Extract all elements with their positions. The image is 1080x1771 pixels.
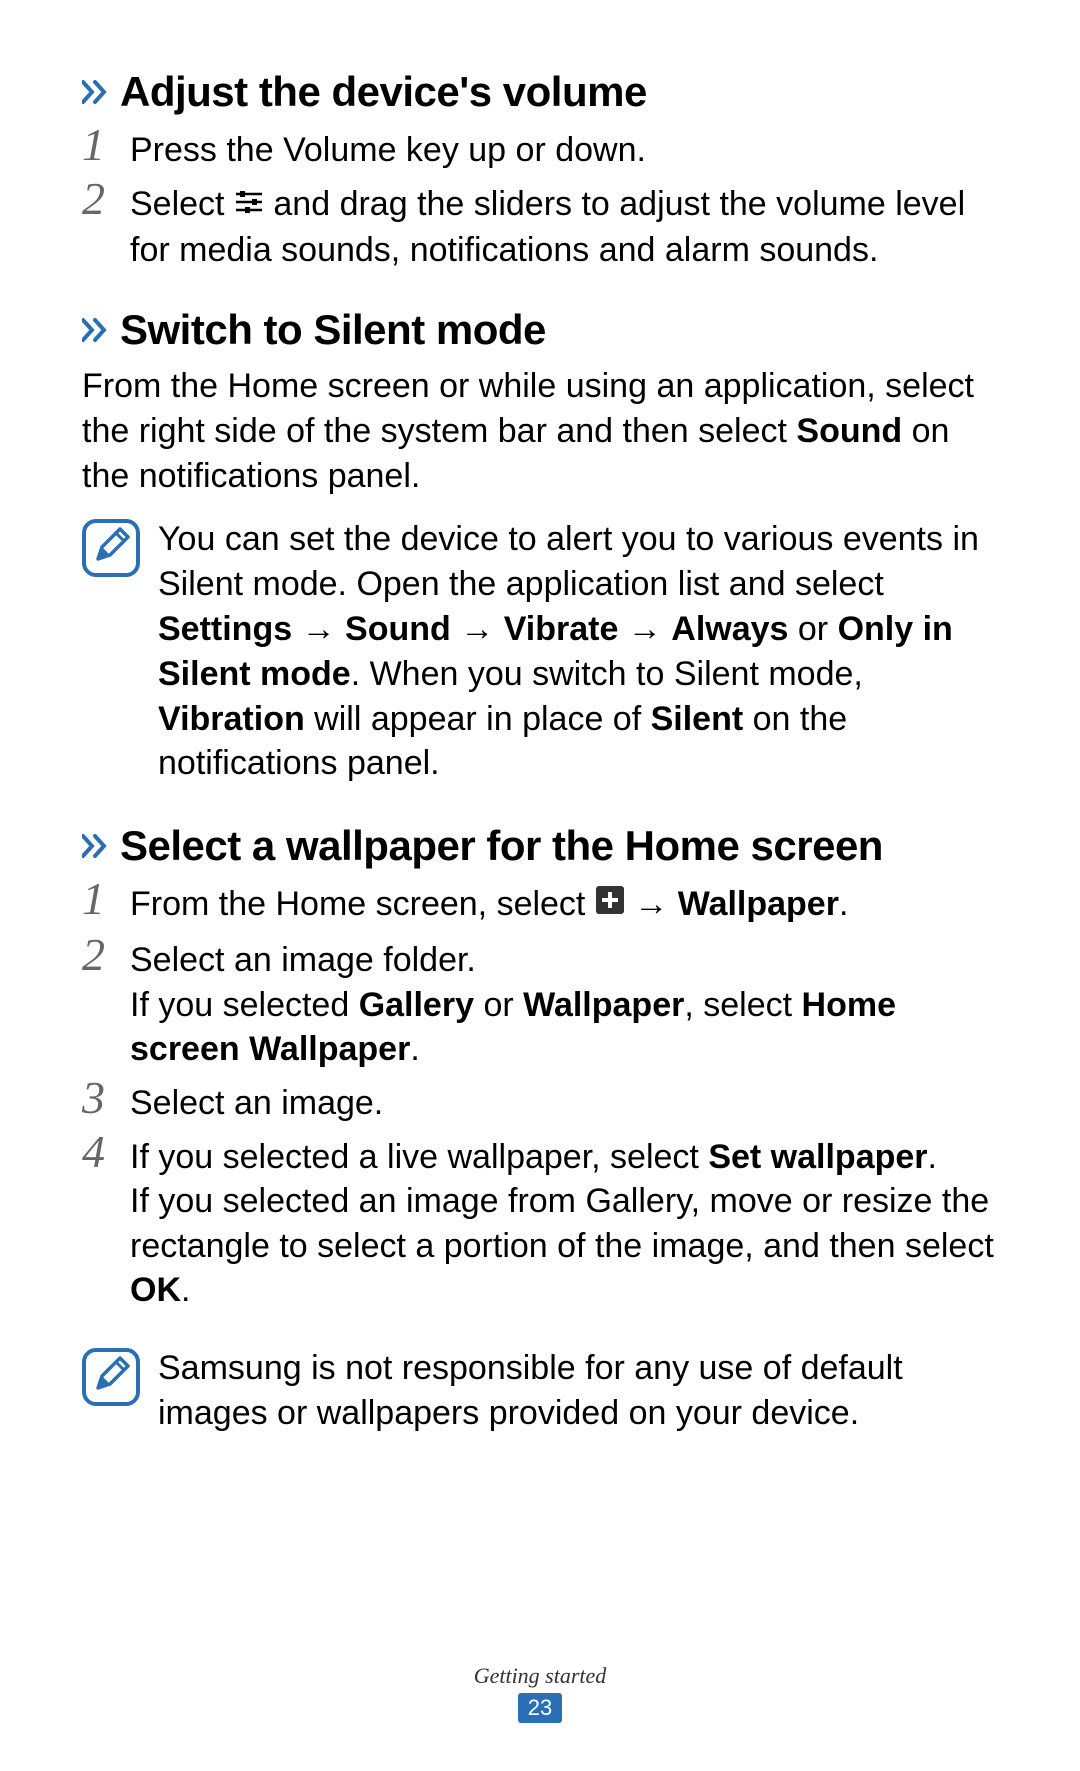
chevron-double-icon: [82, 79, 110, 105]
text: , select: [684, 986, 801, 1024]
text-bold: Vibrate: [504, 610, 619, 648]
plus-square-icon: [595, 882, 625, 926]
arrow: →: [292, 610, 345, 648]
text: If you selected a live wallpaper, select: [130, 1138, 708, 1176]
text-bold: Settings: [158, 610, 292, 648]
step-item: 4 If you selected a live wallpaper, sele…: [82, 1133, 998, 1312]
section-heading-wallpaper: Select a wallpaper for the Home screen: [82, 822, 998, 870]
text: .: [839, 885, 848, 923]
silent-intro: From the Home screen or while using an a…: [82, 364, 998, 499]
chevron-double-icon: [82, 317, 110, 343]
text-bold: Vibration: [158, 700, 305, 738]
step-body: From the Home screen, select → Wallpaper…: [130, 880, 998, 928]
arrow: →: [618, 610, 671, 648]
text: You can set the device to alert you to v…: [158, 520, 979, 603]
note-pencil-icon: [82, 1348, 140, 1411]
text-bold: Wallpaper: [523, 986, 684, 1024]
text: If you selected an image from Gallery, m…: [130, 1182, 994, 1264]
step-number: 2: [82, 932, 112, 978]
note-pencil-icon: [82, 519, 140, 582]
text: From the Home screen, select: [130, 885, 595, 923]
step-number: 2: [82, 176, 112, 222]
text-bold: OK: [130, 1271, 181, 1309]
text: or: [788, 610, 837, 648]
heading-text: Adjust the device's volume: [120, 68, 647, 116]
text-line: If you selected Gallery or Wallpaper, se…: [130, 983, 998, 1071]
text: will appear in place of: [305, 700, 651, 738]
footer-section-label: Getting started: [0, 1663, 1080, 1689]
wallpaper-steps: 1 From the Home screen, select → Wallpap…: [82, 880, 998, 1312]
step-body: Select and drag the sliders to adjust th…: [130, 180, 998, 272]
arrow: →: [625, 885, 678, 923]
heading-text: Switch to Silent mode: [120, 306, 546, 354]
heading-text: Select a wallpaper for the Home screen: [120, 822, 883, 870]
note-text: You can set the device to alert you to v…: [158, 517, 998, 786]
page-number-badge: 23: [518, 1693, 562, 1723]
step-number: 1: [82, 876, 112, 922]
text-line: If you selected an image from Gallery, m…: [130, 1179, 998, 1312]
step-number: 4: [82, 1129, 112, 1175]
text-bold: Wallpaper: [678, 885, 839, 923]
text: Select an image folder.: [130, 938, 998, 982]
step-item: 1 Press the Volume key up or down.: [82, 126, 998, 172]
text: or: [474, 986, 523, 1024]
note-text: Samsung is not responsible for any use o…: [158, 1346, 998, 1436]
volume-steps: 1 Press the Volume key up or down. 2 Sel…: [82, 126, 998, 272]
text: Select: [130, 185, 234, 223]
step-item: 1 From the Home screen, select → Wallpap…: [82, 880, 998, 928]
text: . When you switch to Silent mode,: [351, 655, 863, 693]
text: .: [928, 1138, 937, 1176]
note-box: You can set the device to alert you to v…: [82, 517, 998, 786]
step-body: Press the Volume key up or down.: [130, 126, 998, 172]
section-heading-volume: Adjust the device's volume: [82, 68, 998, 116]
step-item: 2 Select and drag the sliders to adjust …: [82, 180, 998, 272]
text: If you selected: [130, 986, 359, 1024]
step-number: 3: [82, 1075, 112, 1121]
arrow: →: [451, 610, 504, 648]
text-bold: Set wallpaper: [708, 1138, 927, 1176]
step-body: Select an image.: [130, 1079, 998, 1125]
text-bold: Gallery: [359, 986, 474, 1024]
page-footer: Getting started 23: [0, 1663, 1080, 1723]
text: .: [410, 1030, 419, 1068]
step-item: 2 Select an image folder. If you selecte…: [82, 936, 998, 1071]
step-body: If you selected a live wallpaper, select…: [130, 1133, 998, 1312]
chevron-double-icon: [82, 833, 110, 859]
text: .: [181, 1271, 190, 1309]
text-bold: Always: [671, 610, 788, 648]
step-body: Select an image folder. If you selected …: [130, 936, 998, 1071]
sliders-icon: [234, 182, 264, 226]
text-bold: Sound: [345, 610, 451, 648]
text-bold: Sound: [796, 412, 902, 450]
step-item: 3 Select an image.: [82, 1079, 998, 1125]
note-box: Samsung is not responsible for any use o…: [82, 1346, 998, 1436]
text-line: If you selected a live wallpaper, select…: [130, 1135, 998, 1179]
section-heading-silent: Switch to Silent mode: [82, 306, 998, 354]
text-bold: Silent: [651, 700, 744, 738]
step-number: 1: [82, 122, 112, 168]
